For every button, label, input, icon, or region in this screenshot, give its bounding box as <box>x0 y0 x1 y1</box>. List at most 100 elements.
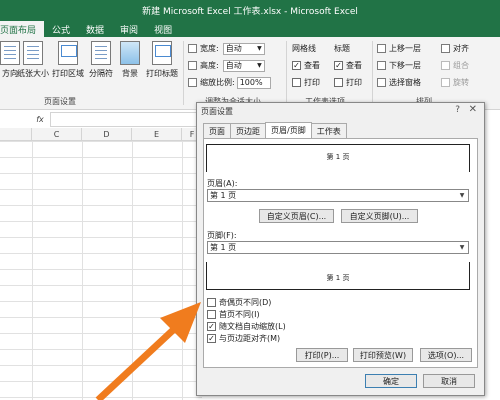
tab-margins[interactable]: 页边距 <box>230 123 266 138</box>
window-title-bar: 新建 Microsoft Excel 工作表.xlsx - Microsoft … <box>0 0 500 20</box>
print-preview-button[interactable]: 打印预览(W) <box>353 348 413 362</box>
column-header-row: C D E F <box>0 128 202 141</box>
chevron-down-icon: ▼ <box>459 192 465 199</box>
page-setup-group-label: 页面设置 <box>44 97 76 106</box>
height-label: 高度: <box>200 61 219 70</box>
footer-select[interactable]: 第 1 页 ▼ <box>207 241 469 254</box>
width-select[interactable]: 自动 ▼ <box>222 42 265 55</box>
align-label: 对齐 <box>453 44 469 53</box>
group-button[interactable]: 组合 <box>441 59 469 72</box>
paper-size-button[interactable]: 纸张大小 <box>17 41 49 79</box>
ribbon-separator <box>286 41 287 105</box>
tab-view[interactable]: 视图 <box>146 21 180 37</box>
width-row: 宽度: 自动 ▼ <box>188 42 265 55</box>
gridlines-view-row[interactable]: ✓ 查看 <box>292 59 320 72</box>
close-icon[interactable]: ✕ <box>469 104 477 115</box>
bring-forward-button[interactable]: 上移一层 <box>377 42 421 55</box>
tab-page[interactable]: 页面 <box>203 123 231 138</box>
name-box[interactable] <box>0 113 26 126</box>
align-with-margins-label: 与页边距对齐(M) <box>219 334 281 343</box>
options-button[interactable]: 选项(O)... <box>420 348 472 362</box>
height-value: 自动 <box>225 61 242 70</box>
height-select[interactable]: 自动 ▼ <box>222 59 265 72</box>
print-titles-button[interactable]: 打印标题 <box>146 41 178 79</box>
tab-header-footer[interactable]: 页眉/页脚 <box>265 122 312 138</box>
breaks-label: 分隔符 <box>89 69 113 78</box>
cancel-button[interactable]: 取消 <box>423 374 475 388</box>
tab-data[interactable]: 数据 <box>78 21 112 37</box>
scale-icon <box>188 78 197 87</box>
scale-with-document-option[interactable]: ✓ 随文档自动缩放(L) <box>207 321 286 332</box>
tab-sheet[interactable]: 工作表 <box>310 123 347 138</box>
different-odd-even-option[interactable]: 奇偶页不同(D) <box>207 297 271 308</box>
tab-review[interactable]: 审阅 <box>112 21 146 37</box>
header-label: 页眉(A): <box>207 179 238 188</box>
scale-row: 缩放比例: 100% <box>188 76 271 89</box>
different-first-page-option[interactable]: 首页不同(I) <box>207 309 260 320</box>
formula-input[interactable] <box>50 112 202 127</box>
scale-value: 100% <box>239 78 263 87</box>
footer-preview-text: 第 1 页 <box>326 274 350 282</box>
send-backward-button[interactable]: 下移一层 <box>377 59 421 72</box>
print-button[interactable]: 打印(P)... <box>296 348 348 362</box>
ok-button[interactable]: 确定 <box>365 374 417 388</box>
headings-print-row[interactable]: 打印 <box>334 76 362 89</box>
different-first-page-checkbox[interactable] <box>207 310 216 319</box>
print-area-label: 打印区域 <box>52 69 84 78</box>
worksheet-grid[interactable] <box>0 141 202 400</box>
headings-print-label: 打印 <box>346 78 362 87</box>
align-with-margins-checkbox[interactable]: ✓ <box>207 334 216 343</box>
headings-view-label: 查看 <box>346 61 362 70</box>
selection-pane-icon <box>377 78 386 87</box>
custom-footer-button[interactable]: 自定义页脚(U)... <box>341 209 418 223</box>
headings-print-checkbox[interactable] <box>334 78 343 87</box>
select-all-corner[interactable] <box>0 128 32 141</box>
column-header-e[interactable]: E <box>132 128 182 141</box>
dialog-title: 页面设置 <box>201 107 233 116</box>
column-header-d[interactable]: D <box>82 128 132 141</box>
align-with-margins-option[interactable]: ✓ 与页边距对齐(M) <box>207 333 280 344</box>
gridlines-view-checkbox[interactable]: ✓ <box>292 61 301 70</box>
headings-view-row[interactable]: ✓ 查看 <box>334 59 362 72</box>
header-preview: 第 1 页 <box>206 144 470 172</box>
background-label: 背景 <box>122 69 138 78</box>
fx-icon[interactable]: fx <box>33 113 47 126</box>
breaks-icon <box>91 41 111 65</box>
align-button[interactable]: 对齐 <box>441 42 469 55</box>
width-value: 自动 <box>225 44 242 53</box>
rotate-button[interactable]: 旋转 <box>441 76 469 89</box>
custom-header-button[interactable]: 自定义页眉(C)... <box>259 209 334 223</box>
help-icon[interactable]: ? <box>455 105 460 115</box>
different-odd-even-label: 奇偶页不同(D) <box>219 298 272 307</box>
ribbon-separator <box>372 41 373 105</box>
send-backward-icon <box>377 61 386 70</box>
rotate-label: 旋转 <box>453 78 469 87</box>
paper-size-label: 纸张大小 <box>17 69 49 78</box>
ribbon-separator <box>183 41 184 105</box>
scale-label: 缩放比例: <box>200 78 235 87</box>
scale-with-document-label: 随文档自动缩放(L) <box>219 322 286 331</box>
gridlines-print-label: 打印 <box>304 78 320 87</box>
headings-view-checkbox[interactable]: ✓ <box>334 61 343 70</box>
gridlines-header: 网格线 <box>292 44 316 53</box>
different-odd-even-checkbox[interactable] <box>207 298 216 307</box>
scale-input[interactable]: 100% <box>236 76 271 89</box>
paper-size-icon <box>23 41 43 65</box>
header-select[interactable]: 第 1 页 ▼ <box>207 189 469 202</box>
different-first-page-label: 首页不同(I) <box>219 310 260 319</box>
gridlines-print-row[interactable]: 打印 <box>292 76 320 89</box>
background-button[interactable]: 背景 <box>120 41 140 79</box>
tab-formulas[interactable]: 公式 <box>44 21 78 37</box>
scale-with-document-checkbox[interactable]: ✓ <box>207 322 216 331</box>
selection-pane-button[interactable]: 选择窗格 <box>377 76 421 89</box>
column-header-c[interactable]: C <box>32 128 82 141</box>
footer-preview: 第 1 页 <box>206 262 470 290</box>
ribbon: 方向 纸张大小 打印区域 分隔符 背景 打印标题 页面设置 宽度: 自动 ▼ 高度… <box>0 37 500 110</box>
print-area-button[interactable]: 打印区域 <box>52 41 84 79</box>
tab-page-layout[interactable]: 页面布局 <box>0 21 45 37</box>
breaks-button[interactable]: 分隔符 <box>89 41 113 79</box>
gridlines-print-checkbox[interactable] <box>292 78 301 87</box>
bring-forward-label: 上移一层 <box>389 44 421 53</box>
bring-forward-icon <box>377 44 386 53</box>
height-row: 高度: 自动 ▼ <box>188 59 265 72</box>
